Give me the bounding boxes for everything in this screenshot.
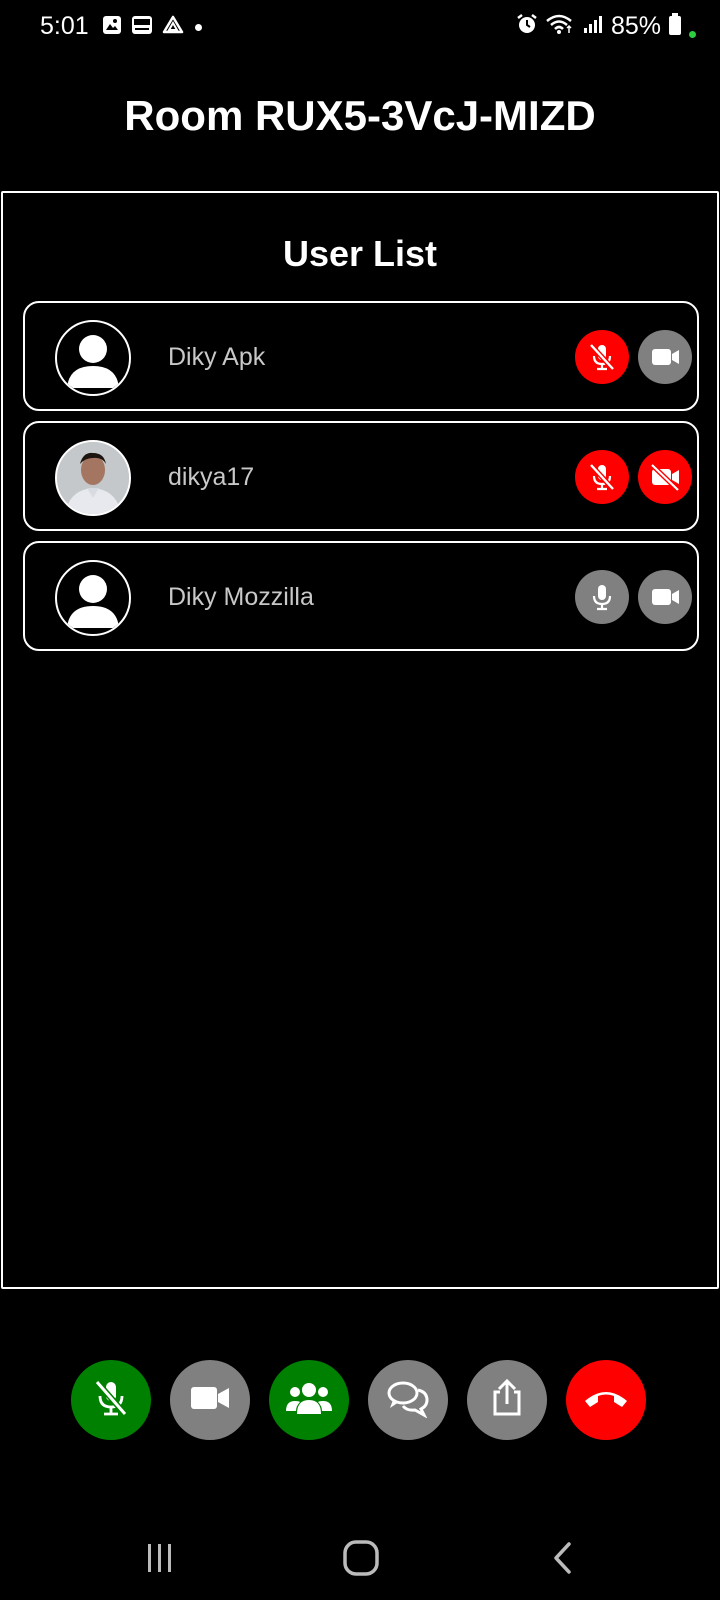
video-camera-icon[interactable] bbox=[638, 570, 692, 624]
default-avatar-icon bbox=[55, 560, 131, 636]
home-button[interactable] bbox=[331, 1530, 391, 1590]
back-button[interactable] bbox=[533, 1530, 593, 1590]
default-avatar-icon bbox=[55, 320, 131, 396]
hang-up-icon bbox=[582, 1383, 630, 1418]
mic-muted-icon[interactable] bbox=[575, 450, 629, 504]
mic-muted-icon bbox=[89, 1376, 133, 1425]
wifi-icon bbox=[545, 13, 575, 40]
privacy-indicator-icon bbox=[689, 31, 696, 38]
notification-icons bbox=[102, 15, 202, 40]
chat-icon bbox=[385, 1378, 431, 1423]
status-bar: 5:01 85% bbox=[0, 0, 720, 52]
kuk-icon bbox=[131, 15, 153, 40]
status-time: 5:01 bbox=[40, 12, 89, 40]
user-name: Diky Mozzilla bbox=[168, 583, 314, 611]
user-name: dikya17 bbox=[168, 463, 255, 491]
recent-apps-icon bbox=[143, 1541, 177, 1580]
video-off-icon[interactable] bbox=[638, 450, 692, 504]
system-icons: 85% bbox=[516, 12, 696, 41]
user-row[interactable]: Diky Apk bbox=[23, 301, 699, 411]
battery-icon bbox=[668, 12, 682, 41]
user-list-title: User List bbox=[282, 233, 438, 274]
image-icon bbox=[102, 15, 122, 40]
users-icon bbox=[285, 1378, 333, 1423]
back-icon bbox=[547, 1538, 579, 1583]
chat-button[interactable] bbox=[368, 1360, 448, 1440]
call-controls bbox=[0, 1360, 720, 1442]
participants-button[interactable] bbox=[269, 1360, 349, 1440]
drive-icon bbox=[162, 15, 184, 40]
profile-photo bbox=[55, 440, 131, 516]
mic-icon[interactable] bbox=[575, 570, 629, 624]
home-icon bbox=[341, 1538, 381, 1583]
room-title: Room RUX5-3VcJ-MIZD bbox=[124, 92, 596, 139]
user-list-panel: User List Diky Apk dikya17 Diky Mozzilla bbox=[1, 191, 719, 1289]
share-button[interactable] bbox=[467, 1360, 547, 1440]
video-toggle-button[interactable] bbox=[170, 1360, 250, 1440]
battery-percent: 85% bbox=[610, 12, 661, 40]
end-call-button[interactable] bbox=[566, 1360, 646, 1440]
share-icon bbox=[487, 1376, 527, 1425]
dot-icon bbox=[195, 24, 202, 31]
recent-apps-button[interactable] bbox=[130, 1530, 190, 1590]
video-camera-icon[interactable] bbox=[638, 330, 692, 384]
user-row[interactable]: Diky Mozzilla bbox=[23, 541, 699, 651]
mute-mic-button[interactable] bbox=[71, 1360, 151, 1440]
alarm-icon bbox=[516, 13, 538, 40]
mic-muted-icon[interactable] bbox=[575, 330, 629, 384]
user-row[interactable]: dikya17 bbox=[23, 421, 699, 531]
video-camera-icon bbox=[187, 1375, 233, 1426]
navigation-bar bbox=[0, 1530, 720, 1590]
user-name: Diky Apk bbox=[168, 343, 266, 371]
signal-icon bbox=[582, 13, 604, 40]
